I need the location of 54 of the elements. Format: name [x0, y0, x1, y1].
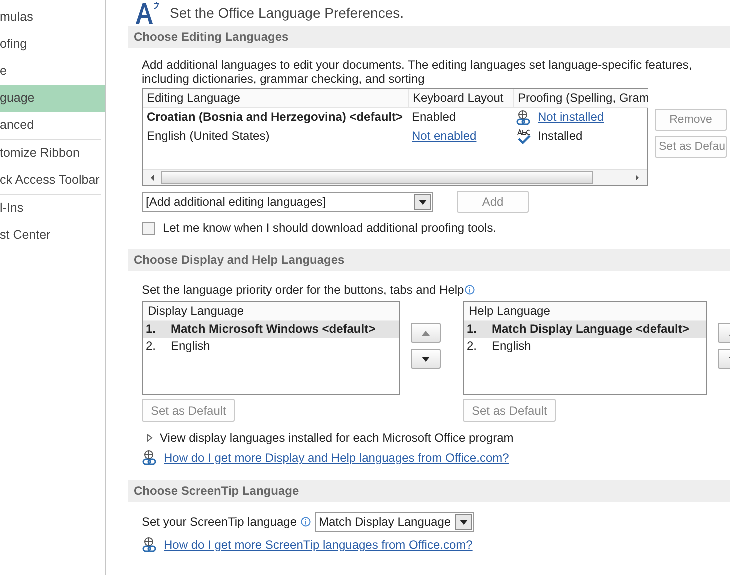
checkbox-label: Let me know when I should download additional proofing tools. — [163, 221, 497, 235]
info-icon — [465, 285, 476, 295]
page-heading: Set the Office Language Preferences. — [170, 5, 404, 21]
move-down-button[interactable] — [411, 349, 441, 369]
scroll-right-icon[interactable] — [633, 174, 641, 182]
sidebar-item[interactable]: anced — [0, 112, 101, 140]
list-item[interactable]: 2. English — [143, 338, 399, 355]
description-text: Add additional languages to edit your documents. The editing languages set language-specific features, including dictionaries, grammar checking, and sorting — [142, 58, 694, 86]
language-icon — [134, 1, 160, 25]
proofing-link[interactable]: Not installed — [538, 108, 604, 127]
expand-icon — [147, 434, 153, 442]
checkbox[interactable] — [142, 222, 155, 234]
globe-link-icon — [516, 110, 532, 126]
horizontal-scrollbar[interactable] — [143, 169, 647, 185]
column-header[interactable]: Editing Language — [143, 89, 409, 108]
caret-down-icon — [422, 356, 430, 362]
table-cell-text: Installed — [538, 128, 583, 145]
info-icon — [301, 517, 311, 527]
language-dropdown[interactable]: [Add additional editing languages] — [142, 192, 433, 212]
table-cell-text: English (United States) — [146, 128, 271, 145]
section-header: Choose Display and Help Languages — [128, 249, 730, 271]
move-up-button[interactable] — [411, 323, 441, 343]
globe-link-icon — [142, 537, 158, 553]
screentip-label: Set your ScreenTip language — [142, 515, 297, 529]
section-header: Choose ScreenTip Language — [128, 480, 730, 502]
expander-label[interactable]: View display languages installed for each Microsoft Office program — [160, 431, 514, 445]
section-header: Choose Editing Languages — [128, 26, 730, 48]
table-cell-text: Enabled — [412, 109, 456, 126]
column-header[interactable]: Keyboard Layout — [409, 89, 514, 108]
caret-down-icon — [418, 200, 426, 204]
list-item[interactable]: 1. Match Display Language <default> — [464, 321, 706, 338]
list-item[interactable]: 2. English — [464, 338, 706, 355]
sidebar-item[interactable]: guage — [0, 85, 105, 112]
caret-up-icon — [422, 330, 430, 336]
sidebar-item[interactable]: ck Access Toolbar — [0, 167, 101, 195]
spelling-check-icon — [516, 128, 532, 144]
sidebar-item[interactable]: tomize Ribbon — [0, 140, 105, 167]
sidebar-item[interactable]: st Center — [0, 222, 105, 249]
table-cell-text: Croatian (Bosnia and Herzegovina) <default> — [146, 109, 404, 126]
caret-down-icon — [460, 520, 468, 524]
sidebar-item[interactable]: e — [0, 58, 105, 85]
list-header: Display Language — [143, 302, 399, 321]
list-item[interactable]: 1. Match Microsoft Windows <default> — [143, 321, 399, 338]
screentip-dropdown[interactable]: Match Display Language — [315, 512, 474, 532]
scroll-left-icon[interactable] — [149, 174, 157, 182]
keyboard-link[interactable]: Not enabled — [412, 127, 477, 146]
sidebar-item[interactable]: l-Ins — [0, 195, 105, 222]
description-text: Set the language priority order for the buttons, tabs and Help — [142, 283, 464, 297]
list-header: Help Language — [464, 302, 706, 321]
sidebar-item[interactable]: mulas — [0, 4, 105, 31]
sidebar-item[interactable]: ofing — [0, 31, 105, 58]
globe-link-icon — [142, 450, 158, 466]
help-link[interactable]: How do I get more Display and Help languages from Office.com? — [164, 451, 510, 465]
help-link[interactable]: How do I get more ScreenTip languages from Office.com? — [164, 538, 473, 552]
